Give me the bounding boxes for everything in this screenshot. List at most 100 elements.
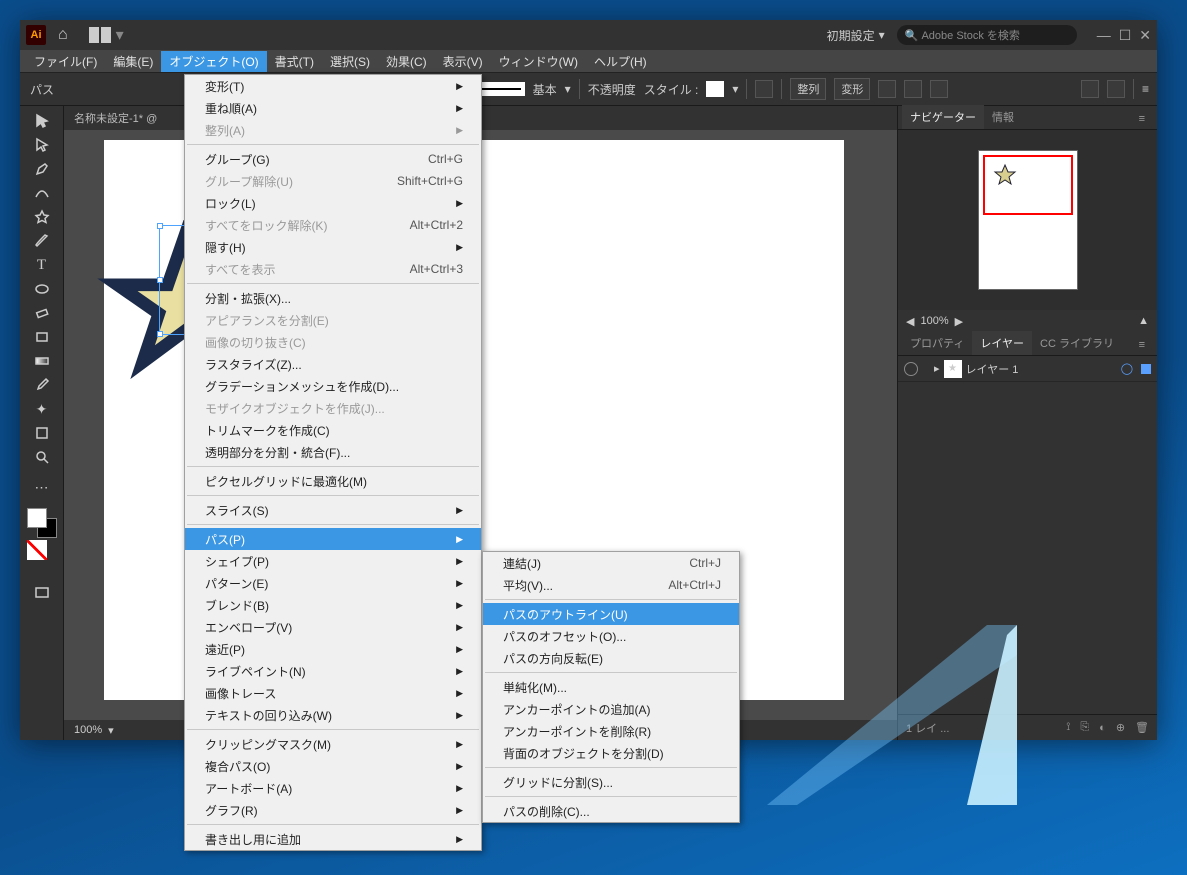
panel-menu-icon[interactable]: ≡ [1142, 82, 1147, 96]
tab-info[interactable]: 情報 [984, 105, 1022, 129]
menu-item[interactable]: グリッドに分割(S)... [483, 771, 739, 793]
stock-search-input[interactable]: 🔍 Adobe Stock を検索 [897, 25, 1077, 45]
document-tab[interactable]: 名称未設定-1* @ [74, 110, 157, 126]
menu-item[interactable]: パス(P)▶ [185, 528, 481, 550]
navigator-body[interactable] [898, 130, 1157, 310]
zoom-tool[interactable] [29, 446, 55, 468]
menu-item[interactable]: 透明部分を分割・統合(F)... [185, 441, 481, 463]
menu-item[interactable]: 複合パス(O)▶ [185, 755, 481, 777]
dropdown-arrow-icon[interactable]: ▾ [116, 25, 124, 45]
menu-item[interactable]: パターン(E)▶ [185, 572, 481, 594]
disclosure-icon[interactable]: ▸ [934, 362, 940, 375]
chevron-down-icon[interactable]: ▾ [565, 82, 571, 96]
fill-color[interactable] [27, 508, 47, 528]
gradient-tool[interactable] [29, 350, 55, 372]
menu-window[interactable]: ウィンドウ(W) [491, 51, 586, 72]
maximize-button[interactable]: ☐ [1119, 27, 1132, 44]
menu-item[interactable]: アンカーポイントを削除(R) [483, 720, 739, 742]
rectangle-tool[interactable] [29, 326, 55, 348]
menu-item[interactable]: ラスタライズ(Z)... [185, 353, 481, 375]
zoom-out-icon[interactable]: ◀ [906, 315, 914, 328]
locate-icon[interactable]: ⟟ [1066, 721, 1070, 734]
new-layer-icon[interactable]: ⊕ [1116, 721, 1125, 734]
edit-toolbar-icon[interactable]: ⋯ [29, 476, 55, 498]
menu-item[interactable]: シェイプ(P)▶ [185, 550, 481, 572]
menu-edit[interactable]: 編集(E) [105, 51, 161, 72]
menu-item[interactable]: 変形(T)▶ [185, 75, 481, 97]
menu-item[interactable]: 背面のオブジェクトを分割(D) [483, 742, 739, 764]
menu-object[interactable]: オブジェクト(O) [161, 51, 266, 72]
tab-layers[interactable]: レイヤー [972, 331, 1032, 355]
opacity-label[interactable]: 不透明度 [588, 81, 636, 98]
screen-mode-icon[interactable] [29, 582, 55, 604]
target-indicator-icon[interactable]: ◯ [1121, 362, 1133, 375]
menu-item[interactable]: 平均(V)...Alt+Ctrl+J [483, 574, 739, 596]
menu-item[interactable]: パスのオフセット(O)... [483, 625, 739, 647]
tab-properties[interactable]: プロパティ [902, 331, 972, 355]
symbol-sprayer-tool[interactable]: ✦ [29, 398, 55, 420]
menu-item[interactable]: クリッピングマスク(M)▶ [185, 733, 481, 755]
delete-layer-icon[interactable]: 🗑 [1135, 721, 1149, 734]
menu-item[interactable]: パスの方向反転(E) [483, 647, 739, 669]
graphic-style-swatch[interactable] [706, 81, 724, 97]
ellipse-tool[interactable] [29, 278, 55, 300]
panel-menu-icon[interactable]: ≡ [1131, 109, 1153, 129]
menu-item[interactable]: エンベロープ(V)▶ [185, 616, 481, 638]
transform-button[interactable]: 変形 [834, 78, 870, 100]
menu-view[interactable]: 表示(V) [435, 51, 491, 72]
menu-item[interactable]: ブレンド(B)▶ [185, 594, 481, 616]
menu-item[interactable]: 遠近(P)▶ [185, 638, 481, 660]
menu-item[interactable]: ピクセルグリッドに最適化(M) [185, 470, 481, 492]
visibility-toggle-icon[interactable] [904, 362, 918, 376]
menu-item[interactable]: トリムマークを作成(C) [185, 419, 481, 441]
panel-menu-icon[interactable]: ≡ [1131, 335, 1153, 355]
menu-item[interactable]: ライブペイント(N)▶ [185, 660, 481, 682]
zoom-in-icon[interactable]: ▶ [955, 315, 963, 328]
menu-item[interactable]: アートボード(A)▶ [185, 777, 481, 799]
menu-item[interactable]: スライス(S)▶ [185, 499, 481, 521]
menu-item[interactable]: 分割・拡張(X)... [185, 287, 481, 309]
menu-item[interactable]: テキストの回り込み(W)▶ [185, 704, 481, 726]
star-tool[interactable] [29, 206, 55, 228]
tab-navigator[interactable]: ナビゲーター [902, 105, 984, 129]
menu-item[interactable]: グラデーションメッシュを作成(D)... [185, 375, 481, 397]
eyedropper-tool[interactable] [29, 374, 55, 396]
navigator-thumbnail[interactable] [978, 150, 1078, 290]
selection-tool[interactable] [29, 110, 55, 132]
recolor-icon[interactable] [755, 80, 773, 98]
mountain-icon[interactable]: ▲ [1138, 315, 1149, 327]
menu-item[interactable]: 画像トレース▶ [185, 682, 481, 704]
options-icon-2[interactable] [904, 80, 922, 98]
grid-icon[interactable] [1081, 80, 1099, 98]
pen-tool[interactable] [29, 158, 55, 180]
artboard-tool[interactable] [29, 422, 55, 444]
chevron-down-icon[interactable]: ▾ [732, 82, 738, 96]
menu-item[interactable]: 単純化(M)... [483, 676, 739, 698]
layer-name[interactable]: レイヤー 1 [966, 361, 1019, 377]
menu-item[interactable]: 重ね順(A)▶ [185, 97, 481, 119]
chevron-down-icon[interactable]: ▾ [108, 724, 114, 737]
options-icon-1[interactable] [878, 80, 896, 98]
menu-item[interactable]: パスのアウトライン(U) [483, 603, 739, 625]
zoom-level[interactable]: 100% [74, 724, 102, 736]
clip-mask-icon[interactable]: ◐ [1099, 722, 1106, 734]
menu-item[interactable]: グループ(G)Ctrl+G [185, 148, 481, 170]
menu-help[interactable]: ヘルプ(H) [586, 51, 655, 72]
menu-item[interactable]: パスの削除(C)... [483, 800, 739, 822]
options-icon-3[interactable] [930, 80, 948, 98]
type-tool[interactable]: T [29, 254, 55, 276]
menu-type[interactable]: 書式(T) [267, 51, 322, 72]
none-color-icon[interactable] [27, 540, 47, 560]
tab-cclibraries[interactable]: CC ライブラリ [1032, 331, 1122, 355]
home-icon[interactable]: ⌂ [58, 26, 68, 44]
menu-select[interactable]: 選択(S) [322, 51, 378, 72]
minimize-button[interactable]: — [1097, 27, 1111, 44]
align-button[interactable]: 整列 [790, 78, 826, 100]
menu-item[interactable]: 隠す(H)▶ [185, 236, 481, 258]
menu-item[interactable]: 連結(J)Ctrl+J [483, 552, 739, 574]
snap-icon[interactable] [1107, 80, 1125, 98]
menu-item[interactable]: アンカーポイントの追加(A) [483, 698, 739, 720]
workspace-preset-dropdown[interactable]: 初期設定▾ [827, 27, 885, 44]
new-sublayer-icon[interactable]: ⎘ [1080, 721, 1089, 734]
menu-file[interactable]: ファイル(F) [26, 51, 105, 72]
